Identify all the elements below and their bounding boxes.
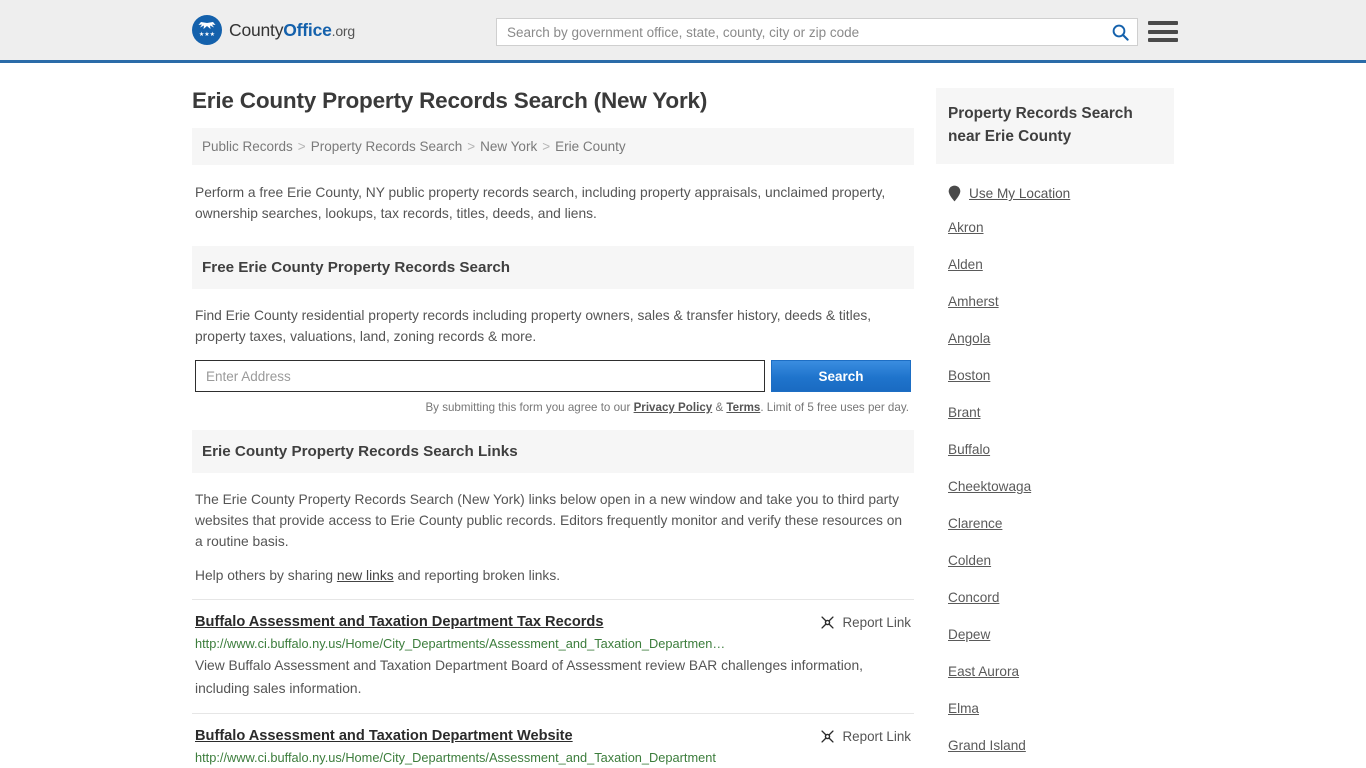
disclaimer-amp: & [712,401,727,414]
sidebar-city-link[interactable]: Clarence [948,505,1162,542]
site-header: ★★★ CountyOffice.org [0,0,1366,63]
result-title-link[interactable]: Buffalo Assessment and Taxation Departme… [195,728,573,744]
free-search-section-heading: Free Erie County Property Records Search [192,246,914,289]
report-link-button[interactable]: Report Link [820,728,911,744]
breadcrumb-item-property-records-search[interactable]: Property Records Search [311,139,463,154]
sidebar-city-link[interactable]: Concord [948,579,1162,616]
sidebar-city-link[interactable]: Boston [948,357,1162,394]
global-search-bar [496,18,1138,46]
disclaimer-suffix: . Limit of 5 free uses per day. [760,401,909,414]
result-item: Buffalo Assessment and Taxation Departme… [192,713,914,768]
report-link-label: Report Link [842,729,911,744]
address-search-form: Search [195,360,911,392]
disclaimer-prefix: By submitting this form you agree to our [425,401,634,414]
links-help-paragraph: Help others by sharing new links and rep… [195,565,911,586]
logo-wordmark: CountyOffice.org [229,20,355,41]
result-url: http://www.ci.buffalo.ny.us/Home/City_De… [195,636,726,651]
site-logo[interactable]: ★★★ CountyOffice.org [192,15,355,45]
page-title: Erie County Property Records Search (New… [192,88,708,113]
result-title-link[interactable]: Buffalo Assessment and Taxation Departme… [195,614,603,630]
sidebar-city-link[interactable]: Akron [948,209,1162,246]
county-office-emblem-icon: ★★★ [192,15,222,45]
stars-glyph: ★★★ [198,32,216,38]
broken-link-icon [820,616,834,629]
breadcrumb-separator: > [542,139,551,154]
result-description: View Buffalo Assessment and Taxation Dep… [195,658,863,696]
privacy-policy-link[interactable]: Privacy Policy [634,401,713,414]
links-section-body: The Erie County Property Records Search … [192,473,914,586]
sidebar-city-link[interactable]: Colden [948,542,1162,579]
sidebar-city-link[interactable]: Brant [948,394,1162,431]
sidebar-city-link[interactable]: Grand Island [948,727,1162,764]
help-prefix: Help others by sharing [195,568,337,583]
sidebar: Property Records Search near Erie County… [936,63,1174,764]
sidebar-city-link[interactable]: Depew [948,616,1162,653]
logo-part1: County [229,19,284,40]
eagle-wings-icon [198,22,216,29]
sidebar-city-link[interactable]: Amherst [948,283,1162,320]
result-header: Buffalo Assessment and Taxation Departme… [195,728,911,744]
map-pin-icon [948,185,961,202]
sidebar-city-link[interactable]: Buffalo [948,431,1162,468]
breadcrumb-item-new-york[interactable]: New York [480,139,537,154]
report-link-button[interactable]: Report Link [820,614,911,630]
sidebar-city-link[interactable]: Angola [948,320,1162,357]
sidebar-city-link[interactable]: Alden [948,246,1162,283]
result-item: Buffalo Assessment and Taxation Departme… [192,599,914,713]
breadcrumb-separator: > [467,139,476,154]
logo-part2: Office [283,19,332,40]
use-my-location-label: Use My Location [969,186,1071,201]
new-links-link[interactable]: new links [337,568,394,583]
terms-link[interactable]: Terms [726,401,760,414]
hamburger-bar [1148,38,1178,42]
breadcrumb-separator: > [297,139,306,154]
search-icon[interactable] [1103,19,1137,45]
page-container: Erie County Property Records Search (New… [0,63,1366,768]
result-header: Buffalo Assessment and Taxation Departme… [195,614,911,630]
sidebar-city-link[interactable]: Elma [948,690,1162,727]
report-link-label: Report Link [842,615,911,630]
magnifier-glyph [1112,24,1129,41]
city-links-container: Akron Alden Amherst Angola Boston Brant Buffal… [948,209,1162,764]
search-input[interactable] [497,19,1103,45]
free-search-section-body: Find Erie County residential property re… [192,289,914,414]
breadcrumb-item-erie-county[interactable]: Erie County [555,139,626,154]
links-section-paragraph: The Erie County Property Records Search … [195,492,903,549]
help-suffix: and reporting broken links. [393,568,561,583]
logo-tld: .org [331,22,356,39]
content-columns: Erie County Property Records Search (New… [192,63,1174,768]
hamburger-bar [1148,21,1178,25]
breadcrumb-item-public-records[interactable]: Public Records [202,139,293,154]
sidebar-city-list: Use My Location Akron Alden Amherst Angola B… [936,185,1174,764]
breadcrumb: Public Records > Property Records Search > N… [192,128,914,165]
form-disclaimer: By submitting this form you agree to our… [195,401,911,414]
page-intro-text: Perform a free Erie County, NY public pr… [195,185,886,221]
use-my-location-button[interactable]: Use My Location [948,185,1162,202]
address-search-button[interactable]: Search [770,360,911,392]
sidebar-city-link[interactable]: East Aurora [948,653,1162,690]
main-column: Erie County Property Records Search (New… [192,63,914,768]
result-url: http://www.ci.buffalo.ny.us/Home/City_De… [195,750,716,765]
hamburger-bar [1148,29,1178,34]
sidebar-city-link[interactable]: Cheektowaga [948,468,1162,505]
hamburger-menu-icon[interactable] [1148,19,1178,44]
address-input[interactable] [195,360,765,392]
sidebar-heading: Property Records Search near Erie County [936,88,1174,164]
links-section-heading: Erie County Property Records Search Link… [192,430,914,473]
free-search-description: Find Erie County residential property re… [195,308,872,344]
broken-link-icon [820,730,834,743]
